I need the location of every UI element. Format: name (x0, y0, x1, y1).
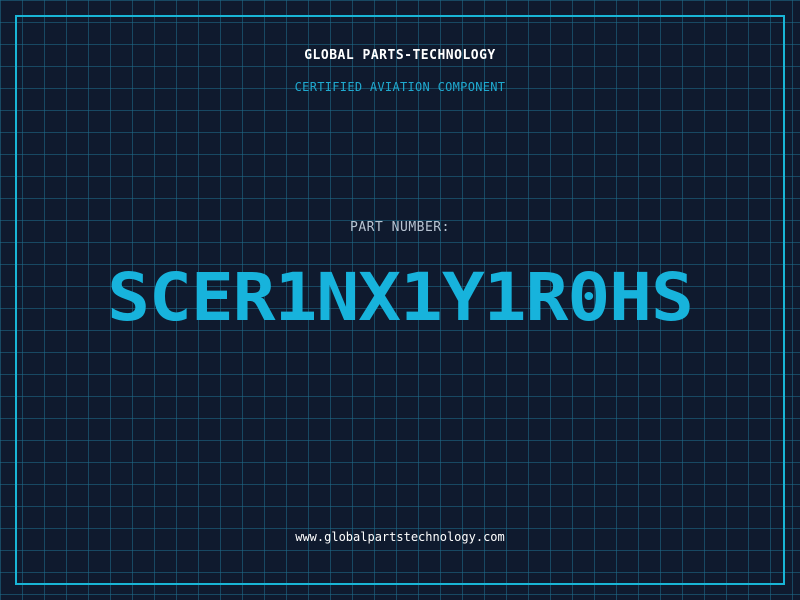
website-url: www.globalpartstechnology.com (295, 530, 505, 544)
part-number-label: PART NUMBER: (350, 220, 450, 235)
company-name: GLOBAL PARTS-TECHNOLOGY (304, 48, 496, 63)
part-number-value: SCER1NX1Y1R0HS (107, 259, 694, 336)
certification-subtitle: CERTIFIED AVIATION COMPONENT (294, 80, 506, 94)
certificate-canvas: GLOBAL PARTS-TECHNOLOGY CERTIFIED AVIATI… (0, 0, 800, 600)
